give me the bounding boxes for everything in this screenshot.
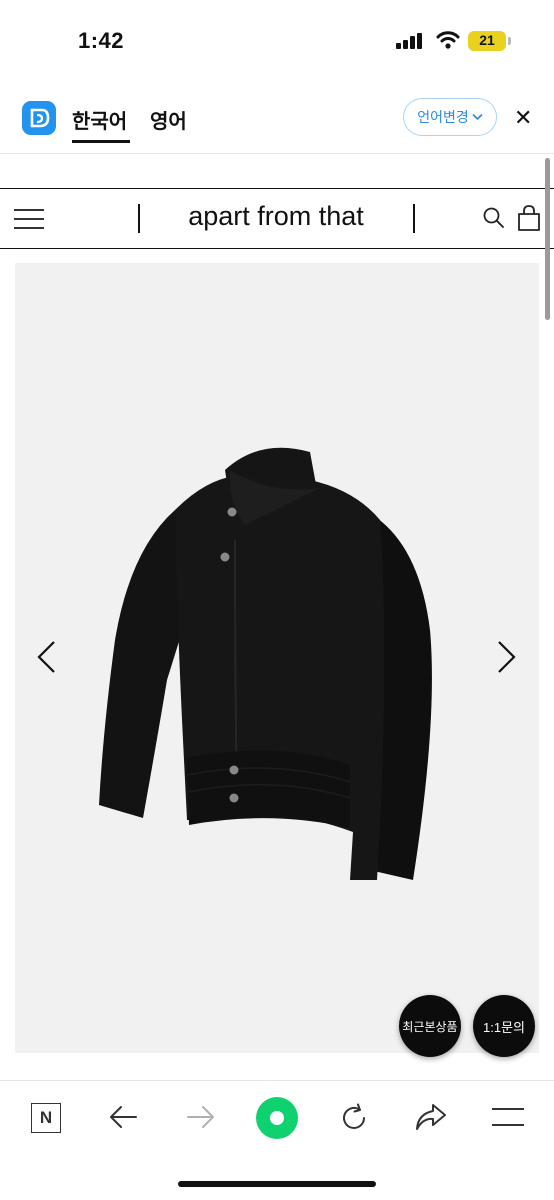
home-dot-icon[interactable] <box>256 1097 298 1139</box>
share-icon[interactable] <box>414 1102 448 1132</box>
active-tab-indicator <box>72 140 130 143</box>
forward-arrow-icon[interactable] <box>186 1104 216 1130</box>
chevron-left-icon[interactable] <box>35 640 57 674</box>
divider <box>0 153 554 154</box>
app-logo-icon[interactable] <box>22 101 56 135</box>
chevron-right-icon[interactable] <box>496 640 518 674</box>
home-indicator <box>178 1181 376 1187</box>
recently-viewed-label: 최근본상품 <box>402 1019 458 1034</box>
product-image-jacket <box>99 447 432 880</box>
hamburger-menu-icon[interactable] <box>14 209 44 229</box>
menu-icon[interactable] <box>492 1108 524 1126</box>
scrollbar-thumb[interactable] <box>545 158 550 320</box>
site-title[interactable]: apart from that <box>150 201 402 232</box>
one-to-one-inquiry-button[interactable]: 1:1문의 <box>473 995 535 1057</box>
header-border-bottom <box>0 248 554 249</box>
wifi-icon <box>436 31 460 49</box>
toolbar-divider <box>0 1080 554 1081</box>
close-icon[interactable]: ✕ <box>514 106 532 130</box>
chevron-down-icon <box>472 113 483 121</box>
back-arrow-icon[interactable] <box>108 1104 138 1130</box>
search-icon[interactable] <box>482 206 506 230</box>
battery-icon: 21 <box>468 31 506 51</box>
shopping-bag-icon[interactable] <box>517 204 541 232</box>
battery-level: 21 <box>479 32 495 48</box>
inquiry-label: 1:1문의 <box>483 1019 525 1035</box>
header-separator <box>138 204 140 233</box>
naver-home-button[interactable]: N <box>31 1103 61 1133</box>
battery-cap <box>508 37 511 45</box>
header-border-top <box>0 188 554 189</box>
change-language-button[interactable]: 언어변경 <box>403 98 497 136</box>
reload-icon[interactable] <box>338 1102 370 1134</box>
tab-english[interactable]: 영어 <box>150 105 187 134</box>
change-language-label: 언어변경 <box>417 109 469 125</box>
header-separator <box>413 204 415 233</box>
tab-korean[interactable]: 한국어 <box>72 105 127 134</box>
naver-letter: N <box>39 1108 53 1127</box>
signal-icon <box>396 33 422 49</box>
status-time: 1:42 <box>78 28 125 53</box>
recently-viewed-button[interactable]: 최근본상품 <box>399 995 461 1057</box>
